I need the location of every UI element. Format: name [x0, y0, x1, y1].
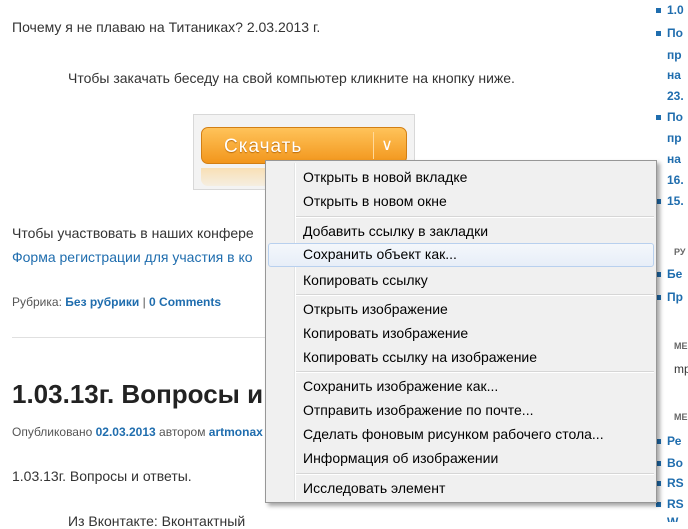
menu-item-label: Открыть изображение: [303, 301, 448, 317]
sidebar-recent-item-cont[interactable]: 23.: [667, 89, 684, 103]
participate-text: Чтобы участвовать в наших конфере: [12, 225, 254, 241]
sidebar-recent-item-cont[interactable]: пр: [667, 48, 682, 62]
post-next-line: Из Вконтакте: Вконтактный: [68, 513, 246, 529]
menu-item-open-new-tab[interactable]: Открыть в новой вкладке: [268, 166, 654, 189]
menu-item-label: Открыть в новой вкладке: [303, 169, 468, 185]
menu-separator: [296, 294, 654, 296]
menu-separator: [296, 216, 654, 218]
sidebar-item-label: 1.0: [667, 3, 684, 17]
meta-separator: |: [142, 295, 146, 309]
chevron-down-icon: ∨: [373, 132, 400, 159]
sidebar-meta-text: mp: [674, 362, 688, 376]
menu-separator: [296, 371, 654, 373]
registration-link[interactable]: Форма регистрации для участия в ко: [12, 249, 253, 265]
sidebar-heading-meta: МЕ: [674, 341, 688, 351]
published-label: Опубликовано: [12, 425, 93, 439]
menu-item-label: Копировать изображение: [303, 325, 469, 341]
menu-item-label: Добавить ссылку в закладки: [303, 223, 489, 239]
menu-item-set-background[interactable]: Сделать фоновым рисунком рабочего стола.…: [268, 423, 654, 446]
menu-item-copy-image[interactable]: Копировать изображение: [268, 322, 654, 345]
sidebar-recent-item-cont[interactable]: на: [667, 152, 681, 166]
sidebar-item-label: По: [667, 26, 683, 40]
sidebar-meta-link[interactable]: RS: [656, 497, 684, 511]
post-title[interactable]: 1.03.13г. Вопросы и: [12, 379, 263, 410]
sidebar-item-label: RS: [667, 476, 684, 490]
download-button-label: Скачать: [224, 136, 303, 157]
menu-separator: [296, 473, 654, 475]
menu-item-save-image[interactable]: Сохранить изображение как...: [268, 375, 654, 398]
sidebar: 1.0 По пр на 23. По пр на 16. 15. РУ Бе …: [654, 0, 688, 522]
menu-item-open-image[interactable]: Открыть изображение: [268, 298, 654, 321]
post-body-line: 1.03.13г. Вопросы и ответы.: [12, 468, 192, 484]
sidebar-recent-item[interactable]: По: [656, 110, 683, 124]
sidebar-item-label: Пр: [667, 290, 683, 304]
menu-item-label: Копировать ссылку на изображение: [303, 349, 538, 365]
sidebar-recent-item[interactable]: По: [656, 26, 683, 40]
sidebar-meta-link[interactable]: RS: [656, 476, 684, 490]
sidebar-item-label: Бе: [667, 267, 683, 281]
sidebar-recent-item-cont[interactable]: на: [667, 68, 681, 82]
sidebar-meta-link[interactable]: W: [667, 515, 678, 522]
menu-item-bookmark-link[interactable]: Добавить ссылку в закладки: [268, 220, 654, 243]
menu-item-image-info[interactable]: Информация об изображении: [268, 447, 654, 470]
menu-item-label: Открыть в новом окне: [303, 193, 447, 209]
menu-item-copy-image-link[interactable]: Копировать ссылку на изображение: [268, 346, 654, 369]
sidebar-category-item[interactable]: Бе: [656, 267, 682, 281]
menu-item-label: Копировать ссылку: [303, 272, 428, 288]
menu-item-save-object[interactable]: Сохранить объект как...: [268, 243, 654, 267]
post-date-link[interactable]: 02.03.2013: [96, 425, 156, 439]
category-label: Рубрика:: [12, 295, 62, 309]
menu-item-inspect-element[interactable]: Исследовать элемент: [268, 477, 654, 500]
menu-item-label: Сделать фоновым рисунком рабочего стола.…: [303, 426, 604, 442]
post-subtitle: Почему я не плаваю на Титаниках? 2.03.20…: [12, 19, 321, 35]
download-instruction: Чтобы закачать беседу на свой компьютер …: [68, 70, 515, 86]
menu-item-label: Информация об изображении: [303, 450, 499, 466]
sidebar-category-item[interactable]: Пр: [656, 290, 683, 304]
menu-item-label: Сохранить изображение как...: [303, 378, 499, 394]
sidebar-recent-item[interactable]: 1.0: [656, 3, 684, 17]
sidebar-heading-categories: РУ: [674, 247, 686, 257]
post-published: Опубликовано 02.03.2013 автором artmonax: [12, 425, 263, 439]
sidebar-item-label: Во: [667, 456, 683, 470]
author-label: автором: [159, 425, 206, 439]
sidebar-recent-item-cont[interactable]: 16.: [667, 173, 684, 187]
sidebar-recent-item[interactable]: 15.: [656, 194, 684, 208]
author-link[interactable]: artmonax: [209, 425, 263, 439]
menu-item-open-new-window[interactable]: Открыть в новом окне: [268, 190, 654, 213]
menu-item-label: Сохранить объект как...: [303, 246, 457, 262]
download-button[interactable]: Скачать ∨: [201, 127, 407, 164]
category-link[interactable]: Без рубрики: [65, 295, 139, 309]
sidebar-meta-link[interactable]: Ре: [656, 434, 681, 448]
sidebar-meta-link[interactable]: Во: [656, 456, 683, 470]
menu-item-label: Отправить изображение по почте...: [303, 402, 534, 418]
sidebar-item-label: RS: [667, 497, 684, 511]
context-menu: Открыть в новой вкладке Открыть в новом …: [265, 160, 657, 503]
sidebar-heading-meta2: МЕ: [674, 412, 688, 422]
menu-item-copy-link[interactable]: Копировать ссылку: [268, 269, 654, 292]
sidebar-item-label: 15.: [667, 194, 684, 208]
bullet-icon: [656, 31, 661, 37]
sidebar-item-label: Ре: [667, 434, 682, 448]
sidebar-recent-item-cont[interactable]: пр: [667, 131, 682, 145]
bullet-icon: [656, 115, 661, 121]
comments-link[interactable]: 0 Comments: [149, 295, 221, 309]
post-meta: Рубрика: Без рубрики | 0 Comments: [12, 295, 221, 309]
bullet-icon: [656, 502, 661, 508]
bullet-icon: [656, 8, 661, 14]
menu-item-email-image[interactable]: Отправить изображение по почте...: [268, 399, 654, 422]
menu-item-label: Исследовать элемент: [303, 480, 446, 496]
sidebar-item-label: По: [667, 110, 683, 124]
